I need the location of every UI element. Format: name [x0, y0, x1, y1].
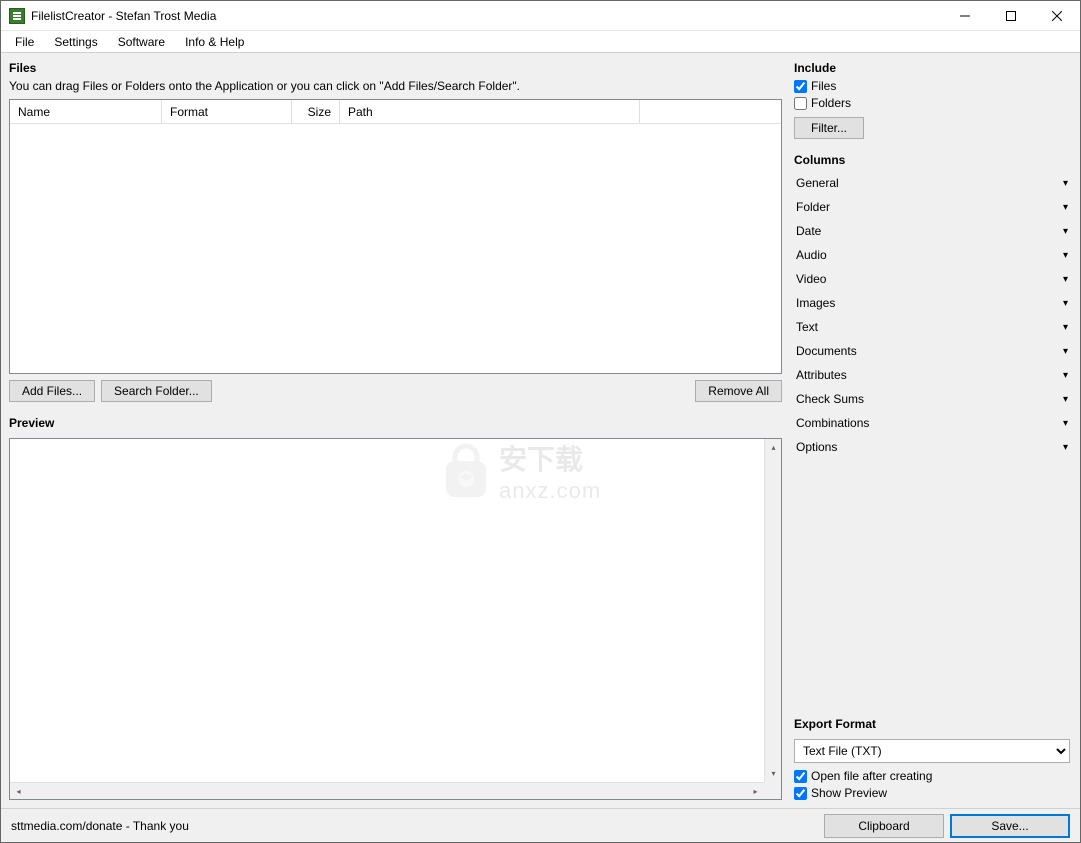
- include-folders-checkbox[interactable]: [794, 97, 807, 110]
- menu-info-help[interactable]: Info & Help: [175, 33, 254, 51]
- menu-settings[interactable]: Settings: [44, 33, 107, 51]
- search-folder-button[interactable]: Search Folder...: [101, 380, 212, 402]
- menu-file[interactable]: File: [5, 33, 44, 51]
- minimize-button[interactable]: [942, 1, 988, 31]
- maximize-button[interactable]: [988, 1, 1034, 31]
- file-list-header: Name Format Size Path: [10, 100, 781, 124]
- column-header-path[interactable]: Path: [340, 100, 640, 123]
- files-hint: You can drag Files or Folders onto the A…: [9, 79, 782, 93]
- chevron-down-icon: ▾: [1063, 442, 1068, 453]
- export-format-heading: Export Format: [794, 717, 1070, 731]
- save-button[interactable]: Save...: [950, 814, 1070, 838]
- open-after-label: Open file after creating: [811, 769, 932, 783]
- titlebar: FilelistCreator - Stefan Trost Media: [1, 1, 1080, 31]
- filter-button[interactable]: Filter...: [794, 117, 864, 139]
- clipboard-button[interactable]: Clipboard: [824, 814, 944, 838]
- column-header-name[interactable]: Name: [10, 100, 162, 123]
- menu-software[interactable]: Software: [108, 33, 175, 51]
- chevron-down-icon: ▾: [1063, 418, 1068, 429]
- column-header-format[interactable]: Format: [162, 100, 292, 123]
- show-preview-checkbox[interactable]: [794, 787, 807, 800]
- chevron-down-icon: ▾: [1063, 178, 1068, 189]
- scroll-left-icon[interactable]: ◂: [10, 783, 27, 800]
- columns-group-options[interactable]: Options▾: [794, 435, 1070, 459]
- include-folders-row[interactable]: Folders: [794, 96, 1070, 110]
- chevron-down-icon: ▾: [1063, 370, 1068, 381]
- include-folders-label: Folders: [811, 96, 851, 110]
- window-title: FilelistCreator - Stefan Trost Media: [31, 9, 942, 23]
- scroll-down-icon[interactable]: ▾: [765, 765, 782, 782]
- include-files-checkbox[interactable]: [794, 80, 807, 93]
- export-format-select[interactable]: Text File (TXT): [794, 739, 1070, 763]
- app-icon: [9, 8, 25, 24]
- chevron-down-icon: ▾: [1063, 274, 1068, 285]
- include-files-label: Files: [811, 79, 836, 93]
- chevron-down-icon: ▾: [1063, 202, 1068, 213]
- chevron-down-icon: ▾: [1063, 346, 1068, 357]
- chevron-down-icon: ▾: [1063, 226, 1068, 237]
- columns-group-general[interactable]: General▾: [794, 171, 1070, 195]
- chevron-down-icon: ▾: [1063, 394, 1068, 405]
- columns-group-checksums[interactable]: Check Sums▾: [794, 387, 1070, 411]
- scroll-up-icon[interactable]: ▴: [765, 439, 782, 456]
- columns-group-audio[interactable]: Audio▾: [794, 243, 1070, 267]
- menubar: File Settings Software Info & Help: [1, 31, 1080, 53]
- preview-scrollbar-vertical[interactable]: ▴ ▾: [764, 439, 781, 782]
- add-files-button[interactable]: Add Files...: [9, 380, 95, 402]
- show-preview-row[interactable]: Show Preview: [794, 786, 1070, 800]
- right-pane: Include Files Folders Filter... Columns …: [790, 53, 1080, 808]
- open-after-checkbox[interactable]: [794, 770, 807, 783]
- columns-group-date[interactable]: Date▾: [794, 219, 1070, 243]
- preview-scrollbar-horizontal[interactable]: ◂ ▸: [10, 782, 764, 799]
- preview-heading: Preview: [9, 416, 782, 430]
- status-bar: sttmedia.com/donate - Thank you Clipboar…: [1, 808, 1080, 842]
- include-files-row[interactable]: Files: [794, 79, 1070, 93]
- columns-group-documents[interactable]: Documents▾: [794, 339, 1070, 363]
- left-pane: Files You can drag Files or Folders onto…: [1, 53, 790, 808]
- scroll-corner: [764, 782, 781, 799]
- files-heading: Files: [9, 61, 782, 75]
- preview-box[interactable]: ▴ ▾ ◂ ▸: [9, 438, 782, 800]
- columns-group-images[interactable]: Images▾: [794, 291, 1070, 315]
- include-heading: Include: [794, 61, 1070, 75]
- maximize-icon: [1006, 11, 1016, 21]
- column-header-size[interactable]: Size: [292, 100, 340, 123]
- remove-all-button[interactable]: Remove All: [695, 380, 782, 402]
- columns-group-text[interactable]: Text▾: [794, 315, 1070, 339]
- columns-group-folder[interactable]: Folder▾: [794, 195, 1070, 219]
- chevron-down-icon: ▾: [1063, 298, 1068, 309]
- chevron-down-icon: ▾: [1063, 250, 1068, 261]
- scroll-right-icon[interactable]: ▸: [747, 783, 764, 800]
- open-after-row[interactable]: Open file after creating: [794, 769, 1070, 783]
- columns-heading: Columns: [794, 153, 1070, 167]
- columns-group-video[interactable]: Video▾: [794, 267, 1070, 291]
- minimize-icon: [960, 11, 970, 21]
- status-text: sttmedia.com/donate - Thank you: [11, 819, 818, 833]
- show-preview-label: Show Preview: [811, 786, 887, 800]
- close-icon: [1052, 11, 1062, 21]
- columns-group-combinations[interactable]: Combinations▾: [794, 411, 1070, 435]
- file-list-table[interactable]: Name Format Size Path: [9, 99, 782, 374]
- chevron-down-icon: ▾: [1063, 322, 1068, 333]
- columns-group-attributes[interactable]: Attributes▾: [794, 363, 1070, 387]
- column-header-spacer: [640, 100, 781, 123]
- close-button[interactable]: [1034, 1, 1080, 31]
